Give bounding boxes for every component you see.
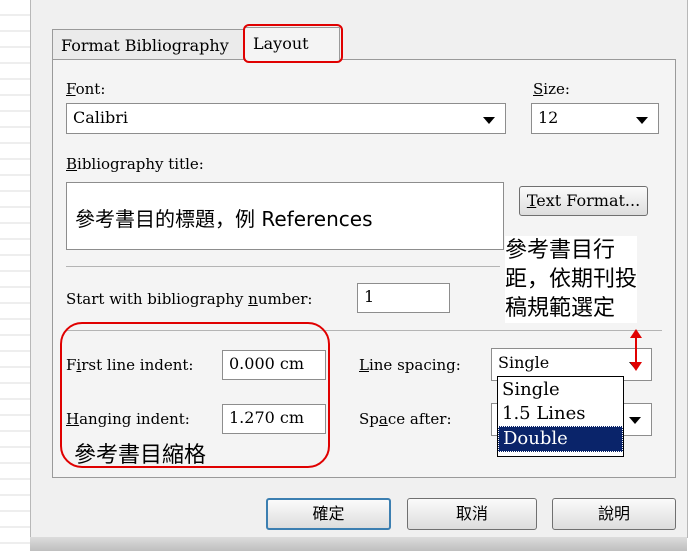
line-spacing-annotation-line-2: 距，依期刊投: [505, 267, 638, 292]
cancel-button[interactable]: 取消: [407, 498, 537, 530]
double-arrow-icon: [630, 329, 642, 371]
line-spacing-select-value: Single: [498, 353, 550, 372]
separator: [66, 266, 500, 267]
line-spacing-annotation-line-3: 稿規範選定: [505, 296, 616, 321]
space-after-label: Space after:: [359, 410, 452, 428]
tab-format-bibliography-label: Format Bibliography: [61, 36, 229, 55]
ok-button[interactable]: 確定: [266, 498, 391, 530]
size-label: Size:: [533, 80, 570, 98]
bibliography-title-label: Bibliography title:: [66, 155, 204, 173]
help-button[interactable]: 說明: [552, 498, 676, 530]
start-number-value: 1: [364, 287, 375, 306]
text-format-button[interactable]: Text Format...: [519, 186, 648, 216]
font-select[interactable]: Calibri: [66, 103, 506, 134]
size-select-value: 12: [538, 108, 559, 127]
line-spacing-label: Line spacing:: [359, 356, 461, 374]
line-spacing-annotation-line-1: 參考書目行: [505, 238, 616, 263]
line-spacing-option-1-5-lines[interactable]: 1.5 Lines: [498, 402, 623, 426]
line-spacing-annotation: 參考書目行 距，依期刊投 稿規範選定: [505, 236, 638, 323]
tab-format-bibliography[interactable]: Format Bibliography: [52, 29, 244, 59]
line-spacing-dropdown: Single 1.5 Lines Double: [497, 376, 624, 457]
size-select[interactable]: 12: [531, 103, 659, 134]
left-window-edge: [0, 0, 30, 551]
start-number-label: Start with bibliography number:: [66, 290, 313, 308]
chevron-down-icon: [636, 117, 648, 124]
start-number-field[interactable]: 1: [357, 283, 450, 313]
font-label: Font:: [66, 80, 106, 98]
line-spacing-option-double[interactable]: Double: [498, 426, 623, 452]
line-spacing-option-single[interactable]: Single: [498, 378, 623, 402]
bibliography-title-value: 參考書目的標題，例 References: [75, 207, 373, 231]
indent-annotation: 參考書目縮格: [74, 443, 207, 468]
dialog-bottom-edge: [30, 537, 687, 551]
chevron-down-icon: [629, 417, 641, 424]
font-select-value: Calibri: [73, 108, 129, 127]
layout-tab-highlight: [243, 24, 343, 63]
bibliography-title-field[interactable]: 參考書目的標題，例 References: [66, 182, 504, 250]
chevron-down-icon: [483, 117, 495, 124]
